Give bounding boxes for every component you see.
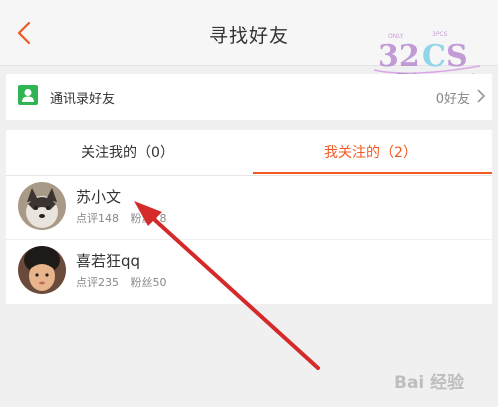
friend-name: 苏小文 [76,188,122,206]
list-item[interactable]: 苏小文 点评148 粉丝18 [6,176,492,240]
friend-name: 喜若狂qq [76,252,141,270]
dog-avatar-icon [18,182,66,230]
friend-stats: 点评235 粉丝50 [76,274,175,290]
follow-tabs: 关注我的（0） 我关注的（2） [6,130,492,176]
fan-count: 粉丝18 [130,212,167,225]
chevron-right-icon [477,89,486,103]
avatar [18,182,66,230]
svg-text:3PCS: 3PCS [432,31,448,38]
avatar [18,246,66,294]
contacts-label: 通讯录好友 [50,92,116,107]
tab-following[interactable]: 我关注的（2） [249,130,492,176]
friend-stats: 点评148 粉丝18 [76,210,175,226]
contacts-count: 0好友 [435,92,470,107]
list-item[interactable]: 喜若狂qq 点评235 粉丝50 [6,240,492,304]
child-avatar-icon [18,246,66,294]
svg-text:C: C [422,39,446,74]
tab-followers[interactable]: 关注我的（0） [6,130,249,176]
svg-text:32: 32 [378,39,420,74]
contacts-friends-row[interactable]: 通讯录好友 0好友 [6,74,492,120]
fan-count: 粉丝50 [130,276,167,289]
baidu-watermark: Bai 经验 [394,373,465,393]
active-tab-indicator [253,172,492,174]
review-count: 点评235 [76,276,119,289]
review-count: 点评148 [76,212,119,225]
friend-list: 苏小文 点评148 粉丝18 喜若狂qq 点评235 粉丝50 [6,176,492,304]
contact-person-icon [18,85,38,105]
